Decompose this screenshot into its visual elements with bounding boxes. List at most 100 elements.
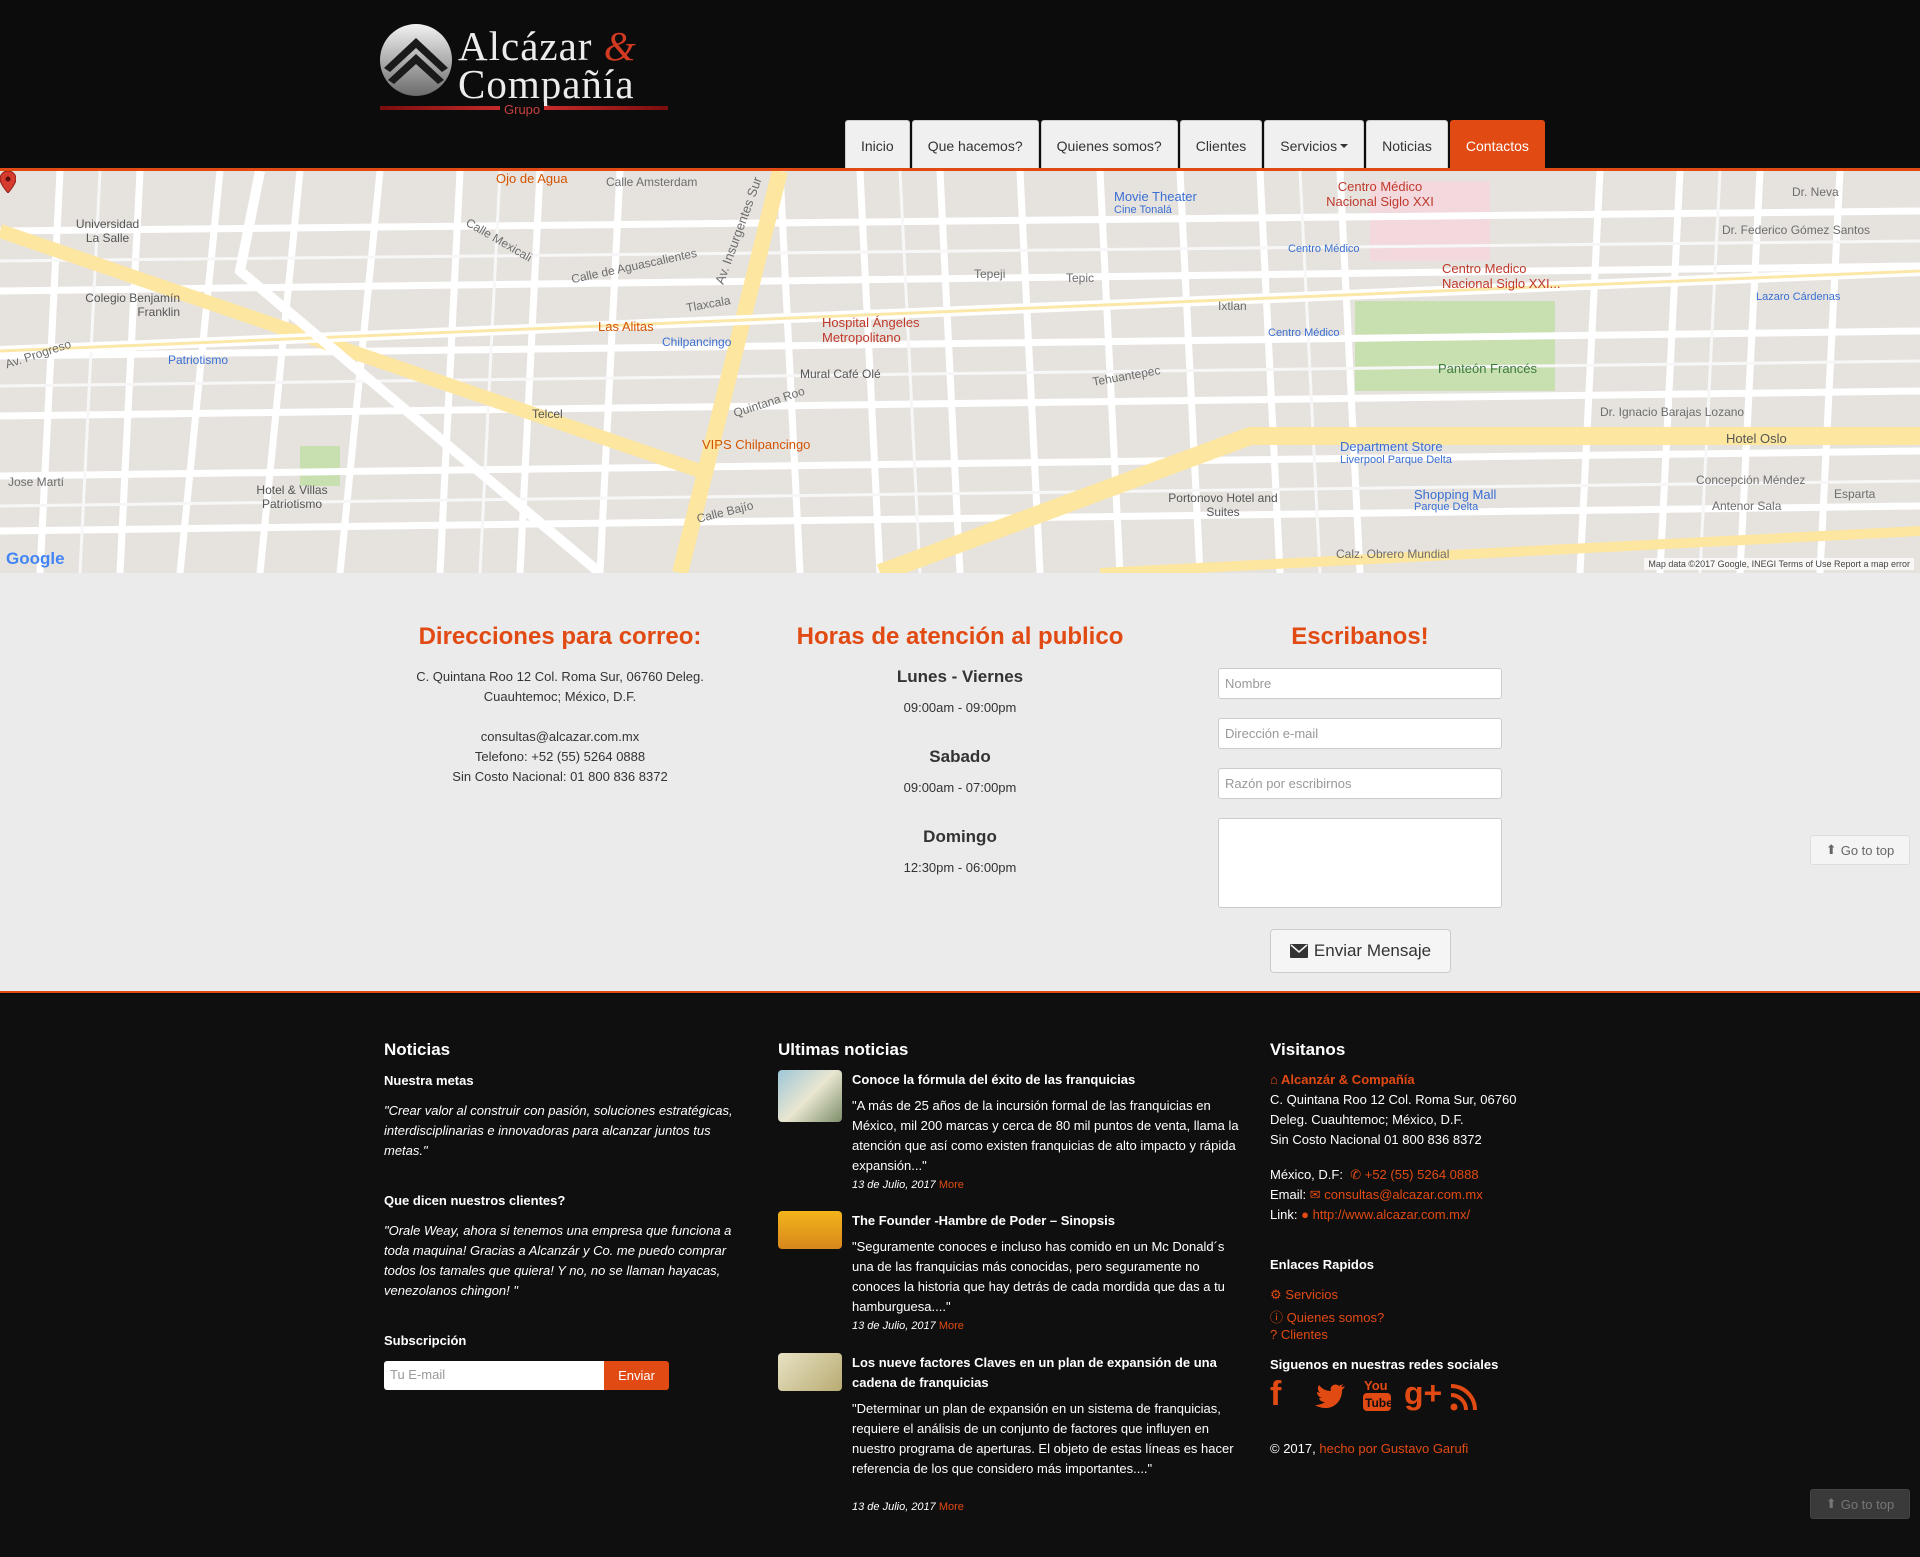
home-icon: ⌂ — [1270, 1072, 1278, 1087]
map-label-patriotismo: Patriotismo — [168, 353, 229, 367]
nav-inicio[interactable]: Inicio — [845, 120, 910, 170]
article-title[interactable]: The Founder -Hambre de Poder – Sinopsis — [852, 1211, 1242, 1231]
go-to-top-button[interactable]: ⬆ Go to top — [1810, 835, 1910, 865]
map-label-telcel: Telcel — [532, 407, 563, 421]
google-plus-icon[interactable]: g+ — [1404, 1375, 1442, 1412]
map-label-barajas: Dr. Ignacio Barajas Lozano — [1600, 405, 1745, 419]
nav-noticias[interactable]: Noticias — [1366, 120, 1448, 170]
visit-link-label: Link: — [1270, 1207, 1298, 1222]
map-label-ojo-agua: Ojo de Agua — [496, 171, 568, 186]
nav-contactos[interactable]: Contactos — [1449, 120, 1545, 170]
map-label-hotel-oslo: Hotel Oslo — [1726, 431, 1787, 446]
visit-brand-row: ⌂ Alcanzár & Compañía — [1270, 1070, 1415, 1090]
send-message-label: Enviar Mensaje — [1313, 941, 1432, 960]
quick-link-label: Quienes somos? — [1286, 1310, 1385, 1325]
quick-link-servicios[interactable]: ⚙ Servicios — [1270, 1287, 1338, 1303]
map-attribution[interactable]: Map data ©2017 Google, INEGI Terms of Us… — [1644, 558, 1914, 570]
article-meta: 13 de Julio, 2017 More — [852, 1320, 964, 1332]
footer-news-heading: Noticias — [384, 1040, 451, 1059]
map-label-centro-medico-2: Centro Medico Nacional Siglo XXI... — [1442, 261, 1561, 291]
google-map[interactable]: Universidad La Salle Colegio Benjamín Fr… — [0, 171, 1920, 573]
article-thumbnail[interactable] — [778, 1070, 842, 1122]
svg-text:Tube: Tube — [1365, 1396, 1392, 1410]
map-label-centro-medico: Centro Médico Nacional Siglo XXI — [1326, 179, 1434, 209]
google-logo[interactable]: Google — [6, 549, 65, 569]
address-email: consultas@alcazar.com.mx — [480, 729, 640, 744]
quick-link-label: Clientes — [1280, 1327, 1328, 1342]
subscription-email-input[interactable]: Tu E-mail — [384, 1361, 604, 1390]
article-thumbnail[interactable] — [778, 1211, 842, 1249]
nav-servicios-dropdown[interactable]: Servicios — [1264, 120, 1365, 170]
nav-label: Servicios — [1280, 137, 1338, 154]
nav-label: Quienes somos? — [1056, 137, 1162, 154]
map-label-centro-medico-metro-2: Centro Médico — [1268, 327, 1340, 339]
contact-section: Direcciones para correo: C. Quintana Roo… — [0, 573, 1920, 993]
visit-toll-free: Sin Costo Nacional 01 800 836 8372 — [1270, 1132, 1482, 1147]
clients-quote: "Orale Weay, ahora si tenemos una empres… — [384, 1223, 732, 1298]
credit-link[interactable]: hecho por Gustavo Garufi — [1319, 1441, 1468, 1456]
article-more-link[interactable]: More — [939, 1320, 964, 1332]
metas-quote: "Crear valor al construir con pasión, so… — [384, 1103, 733, 1158]
nav-clientes[interactable]: Clientes — [1179, 120, 1263, 170]
article-excerpt: "Seguramente conoces e incluso has comid… — [852, 1239, 1225, 1314]
rss-icon[interactable] — [1450, 1383, 1478, 1411]
visit-phone[interactable]: +52 (55) 5264 0888 — [1365, 1167, 1479, 1182]
go-to-top-button-footer[interactable]: ⬆ Go to top — [1810, 1489, 1910, 1519]
send-message-button[interactable]: Enviar Mensaje — [1270, 929, 1451, 973]
address-phone: Telefono: +52 (55) 5264 0888 — [474, 749, 646, 764]
article-date: 13 de Julio, 2017 — [852, 1179, 936, 1191]
map-label-panteon: Panteón Francés — [1438, 361, 1538, 376]
article-excerpt: "A más de 25 años de la incursión formal… — [852, 1098, 1239, 1173]
svg-text:You: You — [1364, 1378, 1388, 1393]
map-label-dept-store: Department Store — [1340, 439, 1443, 454]
map-label-universidad: Universidad La Salle — [75, 217, 140, 245]
nav-quienes-somos[interactable]: Quienes somos? — [1040, 120, 1178, 170]
article-title[interactable]: Los nueve factores Claves en un plan de … — [852, 1353, 1242, 1393]
article-title[interactable]: Conoce la fórmula del éxito de las franq… — [852, 1070, 1242, 1090]
address-line2: Cuauhtemoc; México, D.F. — [483, 689, 637, 704]
map-marker-icon[interactable] — [0, 171, 16, 193]
subscription-title: Subscripción — [384, 1333, 467, 1348]
hours-day-weekday: Lunes - Viernes — [896, 667, 1024, 686]
map-label-hotel-villas: Hotel & Villas Patriotismo — [256, 483, 328, 511]
map-label-gomez: Dr. Federico Gómez Santos — [1722, 223, 1871, 237]
map-label-vips: VIPS Chilpancingo — [702, 437, 811, 452]
visit-brand[interactable]: Alcanzár & Compañía — [1281, 1072, 1415, 1087]
map-label-amsterdam: Calle Amsterdam — [606, 175, 698, 189]
copyright: © 2017, — [1270, 1441, 1316, 1456]
facebook-icon[interactable]: f — [1270, 1375, 1281, 1414]
map-label-parque-delta: Parque Delta — [1414, 501, 1479, 513]
quick-links-heading: Enlaces Rapidos — [1270, 1257, 1375, 1272]
map-label-shopping: Shopping Mall — [1414, 487, 1497, 502]
visit-phone-row: México, D.F: ✆ +52 (55) 5264 0888 — [1270, 1165, 1479, 1185]
map-label-ixtlan: Ixtlan — [1218, 299, 1247, 313]
youtube-icon[interactable]: You Tube — [1362, 1377, 1392, 1413]
reason-field[interactable]: Razón por escribirnos — [1218, 768, 1502, 799]
map-label-las-alitas: Las Alitas — [598, 319, 654, 334]
globe-icon: ● — [1301, 1207, 1309, 1222]
site-header: Alcázar & Compañía Grupo Inicio Que hace… — [0, 0, 1920, 172]
map-label-centro-medico-metro-1: Centro Médico — [1288, 243, 1360, 255]
twitter-icon[interactable] — [1314, 1382, 1346, 1410]
brand-logo[interactable]: Alcázar & Compañía Grupo — [378, 18, 678, 120]
article-meta: 13 de Julio, 2017 More — [852, 1179, 964, 1191]
hours-time-saturday: 09:00am - 07:00pm — [903, 780, 1017, 795]
nav-que-hacemos[interactable]: Que hacemos? — [911, 120, 1039, 170]
hours-time-weekday: 09:00am - 09:00pm — [903, 700, 1017, 715]
message-textarea[interactable] — [1218, 818, 1502, 908]
article-more-link[interactable]: More — [939, 1501, 964, 1513]
map-label-liverpool: Liverpool Parque Delta — [1340, 454, 1452, 466]
nav-label: Contactos — [1465, 137, 1529, 154]
map-label-movie-sub: Cine Tonalá — [1114, 204, 1172, 216]
email-field[interactable]: Dirección e-mail — [1218, 718, 1502, 749]
go-to-top-label: Go to top — [1840, 842, 1895, 858]
subscription-submit-button[interactable]: Enviar — [604, 1361, 669, 1390]
visit-link[interactable]: http://www.alcazar.com.mx/ — [1313, 1207, 1471, 1222]
article-more-link[interactable]: More — [939, 1179, 964, 1191]
article-meta: 13 de Julio, 2017 More — [852, 1501, 964, 1513]
quick-link-quienes[interactable]: ⓘ Quienes somos? — [1270, 1307, 1384, 1326]
quick-link-clientes[interactable]: ? Clientes — [1270, 1327, 1328, 1342]
name-field[interactable]: Nombre — [1218, 668, 1502, 699]
article-thumbnail[interactable] — [778, 1353, 842, 1391]
visit-email[interactable]: consultas@alcazar.com.mx — [1324, 1187, 1482, 1202]
